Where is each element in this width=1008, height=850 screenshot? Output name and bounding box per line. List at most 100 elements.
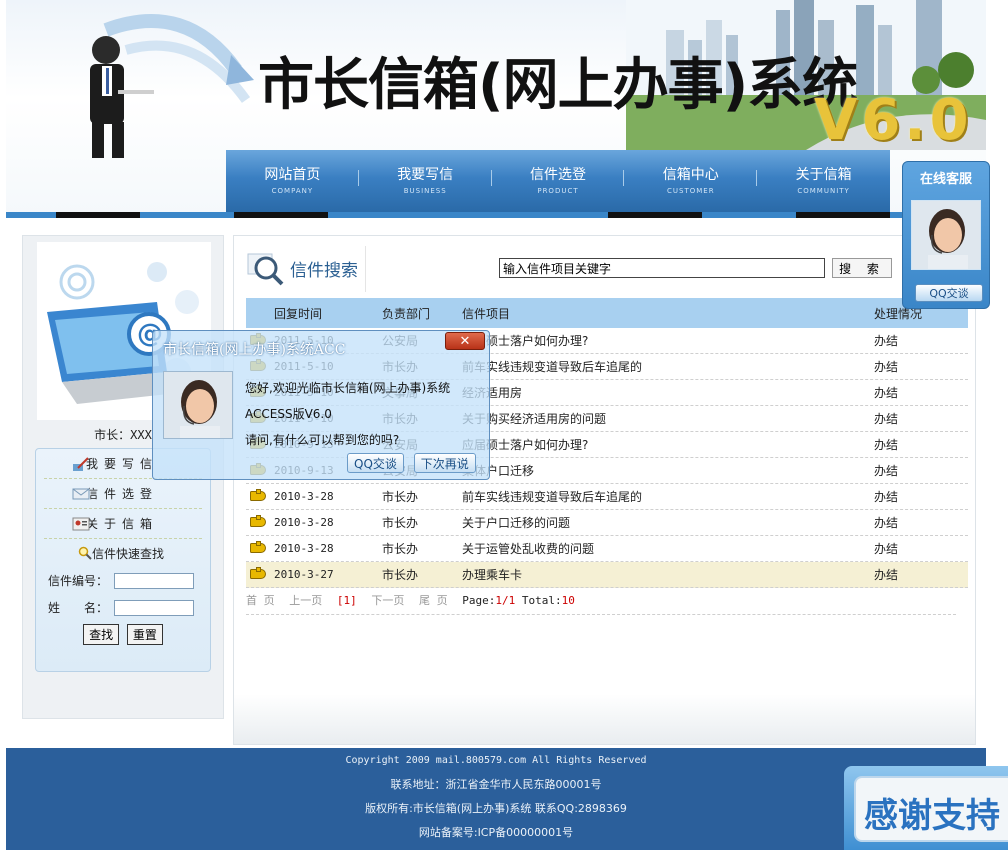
next-page-link[interactable]: 下一页 — [371, 594, 404, 607]
letter-no-row: 信件编号： — [48, 572, 210, 589]
sidebar-item-label: 关于信箱 — [86, 517, 159, 531]
sidebar-item-about[interactable]: 关于信箱 — [44, 509, 202, 539]
status: 办结 — [874, 386, 899, 400]
nav-sublabel: COMMUNITY — [797, 187, 850, 195]
welcome-dialog: 市长信箱(网上办事)系统ACC ✕ 您好,欢迎光临市长信箱(网上办事)系统 AC… — [152, 330, 490, 480]
pointing-hand-icon — [246, 540, 274, 556]
dialog-buttons: QQ交谈 下次再说 — [341, 453, 476, 473]
name-row: 姓 名： — [48, 599, 210, 616]
status: 办结 — [874, 568, 899, 582]
table-row[interactable]: 2010-3-28 市长办 关于户口迁移的问题 办结 — [246, 510, 968, 536]
find-button[interactable]: 查找 — [83, 624, 120, 645]
nav-mailbox-center[interactable]: 信箱中心 CUSTOMER — [624, 150, 758, 212]
thanks-text: 感谢支持 — [864, 796, 1000, 836]
letter-no-label: 信件编号： — [48, 574, 109, 588]
id-card-icon — [72, 517, 90, 531]
name-label: 姓 名： — [48, 601, 109, 615]
reply-date: 2010-3-27 — [274, 568, 334, 581]
status: 办结 — [874, 334, 899, 348]
status: 办结 — [874, 490, 899, 504]
site-footer: Copyright 2009 mail.800579.com All Right… — [6, 748, 986, 850]
reset-button[interactable]: 重置 — [126, 624, 163, 645]
online-service-title: 在线客服 — [919, 172, 972, 187]
close-icon[interactable]: ✕ — [445, 332, 485, 350]
table-row[interactable]: 2010-3-27 市长办 办理乘车卡 办结 — [246, 562, 968, 588]
quick-search-label: 信件快速查找 — [92, 547, 165, 561]
name-input[interactable] — [114, 599, 194, 616]
site-header: 市长信箱(网上办事)系统 V6.0 网站首页 COMPANY 我要写信 BUSINE… — [6, 0, 986, 218]
table-row[interactable]: 2010-3-28 市长办 前车实线违规变道导致后车追尾的 办结 — [246, 484, 968, 510]
magnifier-icon — [78, 546, 92, 560]
dialog-message: 您好,欢迎光临市长信箱(网上办事)系统 ACCESS版V6.0 请问,有什么可以… — [245, 375, 450, 453]
envelope-icon — [72, 488, 90, 500]
letter-item-link[interactable]: 集体户口迁移 — [462, 462, 874, 479]
agent-photo-icon — [164, 372, 232, 438]
nav-letter-selection[interactable]: 信件选登 PRODUCT — [492, 150, 625, 212]
quick-search-buttons: 查找 重置 — [36, 624, 210, 645]
letter-item-link[interactable]: 经济适用房 — [462, 384, 874, 401]
current-page[interactable]: [1] — [337, 594, 357, 607]
table-row[interactable]: 2010-3-28 市长办 关于运管处乱收费的问题 办结 — [246, 536, 968, 562]
status: 办结 — [874, 516, 899, 530]
nav-label: 信箱中心 — [662, 167, 719, 183]
agent-photo-icon — [912, 201, 980, 269]
letter-no-input[interactable] — [114, 572, 194, 589]
col-reply-time: 回复时间 — [274, 306, 323, 321]
nav-label: 关于信箱 — [795, 167, 852, 183]
nav-about[interactable]: 关于信箱 COMMUNITY — [757, 150, 890, 212]
keyword-search-input[interactable] — [499, 258, 825, 278]
nav-write-letter[interactable]: 我要写信 BUSINESS — [359, 150, 492, 212]
nav-label: 网站首页 — [264, 167, 321, 183]
department: 市长办 — [382, 516, 419, 530]
department: 市长办 — [382, 542, 419, 556]
nav-home[interactable]: 网站首页 COMPANY — [226, 150, 359, 212]
department: 市长办 — [382, 568, 419, 582]
letter-item-link[interactable]: 关于运管处乱收费的问题 — [462, 540, 874, 557]
pointing-hand-icon — [246, 514, 274, 530]
department: 市长办 — [382, 490, 419, 504]
status: 办结 — [874, 542, 899, 556]
status: 办结 — [874, 360, 899, 374]
dialog-line: 您好,欢迎光临市长信箱(网上办事)系统 — [245, 381, 451, 395]
status: 办结 — [874, 464, 899, 478]
letter-item-link[interactable]: 博士硕士落户如何办理? — [462, 332, 874, 349]
dialog-line: ACCESS版V6.0 — [245, 407, 332, 421]
sidebar-item-label: 信件选登 — [86, 487, 159, 501]
nav-sublabel: PRODUCT — [537, 187, 579, 195]
qq-chat-button[interactable]: QQ交谈 — [915, 284, 983, 302]
page-info: Page:1/1 Total:10 — [462, 594, 575, 607]
prev-page-link[interactable]: 上一页 — [289, 594, 322, 607]
businessman-banner-graphic — [90, 14, 254, 158]
dialog-line: 请问,有什么可以帮到您的吗? — [245, 433, 400, 447]
letter-item-link[interactable]: 前车实线违规变道导致后车追尾的 — [462, 488, 874, 505]
search-title-text: 信件搜索 — [290, 261, 358, 281]
nav-sublabel: BUSINESS — [403, 187, 447, 195]
letter-item-link[interactable]: 前车实线违规变道导致后车追尾的 — [462, 358, 874, 375]
footer-copyright: Copyright 2009 mail.800579.com All Right… — [345, 755, 647, 766]
status: 办结 — [874, 412, 899, 426]
thanks-badge: 感谢支持 — [844, 766, 1008, 850]
quick-search-title: 信件快速查找 — [36, 545, 210, 562]
col-letter-item: 信件项目 — [462, 306, 511, 321]
col-department: 负责部门 — [382, 306, 431, 321]
pointing-hand-icon — [246, 566, 274, 582]
search-button[interactable]: 搜 索 — [832, 258, 892, 278]
header-divider-strip — [6, 212, 986, 218]
letter-item-link[interactable]: 关于购买经济适用房的问题 — [462, 410, 874, 427]
nav-label: 我要写信 — [397, 167, 454, 183]
search-section-title: 信件搜索 — [242, 246, 366, 292]
nav-sublabel: CUSTOMER — [667, 187, 715, 195]
main-nav: 网站首页 COMPANY 我要写信 BUSINESS 信件选登 PRODUCT 信箱中… — [226, 150, 890, 212]
footer-address: 联系地址：浙江省金华市人民东路00001号 — [390, 778, 602, 791]
first-page-link[interactable]: 首 页 — [246, 594, 275, 607]
letter-item-link[interactable]: 应届硕士落户如何办理? — [462, 436, 874, 453]
sidebar-item-letter-selection[interactable]: 信件选登 — [44, 479, 202, 509]
dialog-later-button[interactable]: 下次再说 — [413, 453, 476, 473]
nav-sublabel: COMPANY — [271, 187, 314, 195]
last-page-link[interactable]: 尾 页 — [419, 594, 448, 607]
letter-item-link[interactable]: 办理乘车卡 — [462, 566, 874, 583]
letter-item-link[interactable]: 关于户口迁移的问题 — [462, 514, 874, 531]
dialog-qq-chat-button[interactable]: QQ交谈 — [347, 453, 404, 473]
window-right-edge — [986, 0, 1008, 850]
reply-date: 2010-3-28 — [274, 490, 334, 503]
